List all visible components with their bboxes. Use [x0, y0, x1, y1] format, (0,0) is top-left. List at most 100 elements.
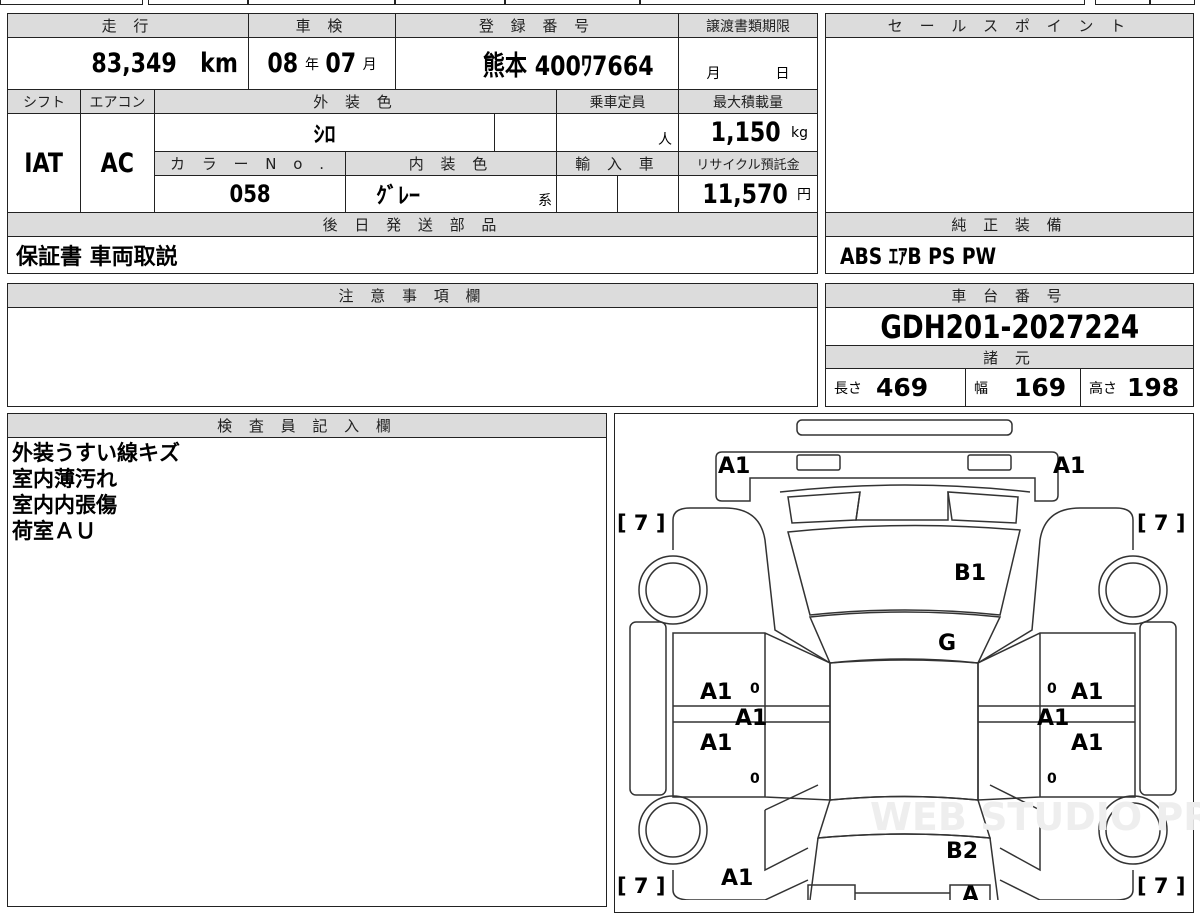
note-line: 室内薄汚れ — [12, 467, 117, 491]
width-label: 幅 — [974, 380, 988, 397]
color-no-header: カ ラ ー N o . — [154, 151, 346, 176]
tire-tread-right-front: [ 7 ] — [1137, 511, 1185, 535]
interior-color-text: ｸﾞﾚｰ — [376, 184, 421, 209]
height-label: 高さ — [1089, 380, 1117, 397]
chassis-header: 車 台 番 号 — [825, 283, 1194, 308]
deadline-month: 月 — [706, 66, 721, 82]
aircon-header: エアコン — [80, 89, 155, 114]
right-front-wheel-inner — [1105, 562, 1161, 618]
year-unit: 年 — [305, 56, 319, 73]
transfer-deadline-header: 譲渡書類期限 — [678, 13, 818, 38]
right-sill — [1139, 621, 1177, 796]
sales-point-body — [825, 37, 1194, 213]
caution-header: 注 意 事 項 欄 — [7, 283, 818, 308]
left-rear-wheel — [638, 795, 708, 865]
mark-front-bumper: A — [962, 883, 979, 900]
recycle-fee-number: 11,570 — [702, 178, 788, 210]
aircon-text: AC — [100, 147, 135, 179]
rear-lamp-right — [967, 454, 1012, 471]
imported-value-2 — [617, 175, 679, 213]
top-strip-cell — [640, 0, 1085, 5]
mark-front-left: A1 — [721, 866, 753, 891]
inspection-header: 車 検 — [248, 13, 396, 38]
capacity-header: 乗車定員 — [556, 89, 679, 114]
mark-left-front-door: A1 — [700, 680, 732, 705]
tire-tread-right-rear: [ 7 ] — [1137, 874, 1185, 898]
left-front-wheel — [638, 555, 708, 625]
right-front-fender — [977, 507, 1134, 664]
right-front-wheel — [1098, 555, 1168, 625]
max-load-value: 1,150 kg — [678, 113, 818, 152]
registration-number: 熊本 400ﾜ7664 — [482, 51, 654, 82]
later-parts-value: 保証書 車両取説 — [7, 236, 818, 274]
sales-point-header: セ ー ル ス ポ イ ン ト — [825, 13, 1194, 38]
inspector-notes: 外装うすい線キズ 室内薄汚れ 室内内張傷 荷室ＡＵ — [12, 440, 180, 544]
mark-hood: B1 — [954, 561, 986, 586]
spec-width: 幅 169 — [965, 368, 1081, 407]
mileage-number: 83,349 — [91, 48, 178, 79]
capacity-value: 人 — [556, 113, 679, 152]
mark-rear-right: A1 — [1053, 454, 1085, 479]
inspection-value: 08 年 07 月 — [248, 37, 396, 90]
deadline-day: 日 — [775, 66, 790, 82]
specs-header: 諸 元 — [825, 345, 1194, 369]
exterior-color-value: ｼﾛ — [154, 113, 495, 152]
imported-header: 輸 入 車 — [556, 151, 679, 176]
inspection-year: 08 — [267, 48, 299, 79]
mark-trunk: B2 — [946, 839, 978, 864]
max-load-unit: kg — [791, 124, 808, 141]
note-line: 室内内張傷 — [12, 493, 117, 517]
door-mark: 0 — [750, 771, 760, 787]
equipment-header: 純 正 装 備 — [825, 212, 1194, 237]
mark-right-front-door: A1 — [1071, 680, 1103, 705]
left-front-fender — [672, 507, 831, 664]
mark-right-pillar: A1 — [1037, 706, 1069, 731]
recycle-unit: 円 — [797, 187, 811, 203]
watermark: WEB STUDIO PRO — [870, 795, 1200, 839]
mark-left-pillar: A1 — [735, 706, 767, 731]
left-sill — [629, 621, 667, 796]
imported-value-1 — [556, 175, 618, 213]
interior-color-value: ｸﾞﾚｰ 系 — [345, 175, 557, 213]
recycle-fee-header: リサイクル預託金 — [678, 151, 818, 176]
interior-color-header: 内 装 色 — [345, 151, 557, 176]
mark-right-rear-door: A1 — [1071, 731, 1103, 756]
transfer-deadline-value: 月日 — [678, 37, 818, 90]
color-no-text: 058 — [229, 180, 271, 208]
rear-panel — [715, 451, 1059, 502]
top-strip-cell — [1150, 0, 1195, 5]
top-strip-cell — [505, 0, 640, 5]
color-no-value: 058 — [154, 175, 346, 213]
roof — [829, 659, 979, 801]
shift-text: IAT — [24, 147, 64, 179]
chassis-number: GDH201-2027224 — [825, 307, 1194, 346]
rear-roof-line — [779, 484, 1031, 493]
rear-bumper — [796, 419, 1013, 436]
top-strip-cell — [395, 0, 505, 5]
height-value: 198 — [1127, 373, 1180, 402]
registration-value: 熊本 400ﾜ7664 — [395, 37, 679, 90]
length-label: 長さ — [834, 380, 862, 397]
top-strip-cell — [0, 0, 143, 5]
registration-header: 登 録 番 号 — [395, 13, 679, 38]
width-value: 169 — [1014, 373, 1067, 402]
spec-length: 長さ 469 — [825, 368, 966, 407]
left-rear-wheel-inner — [645, 802, 701, 858]
equipment-value: ABS ｴｱB PS PW — [825, 236, 1194, 274]
mileage-unit: km — [200, 48, 238, 79]
rear-window-right — [947, 491, 1019, 524]
chassis-number-text: GDH201-2027224 — [880, 307, 1139, 346]
left-front-wheel-inner — [645, 562, 701, 618]
top-strip-cell — [148, 0, 248, 5]
mark-rear-left: A1 — [718, 454, 750, 479]
length-value: 469 — [876, 373, 929, 402]
note-line: 外装うすい線キズ — [12, 441, 180, 465]
rear-window-center — [855, 491, 949, 521]
inspection-month: 07 — [325, 48, 357, 79]
note-line: 荷室ＡＵ — [12, 519, 96, 543]
tire-tread-left-rear: [ 7 ] — [617, 874, 665, 898]
rear-window-left — [787, 491, 861, 524]
equipment-text: ABS ｴｱB PS PW — [840, 245, 997, 270]
door-mark: 0 — [1047, 681, 1057, 697]
recycle-fee-value: 11,570 円 — [678, 175, 818, 213]
